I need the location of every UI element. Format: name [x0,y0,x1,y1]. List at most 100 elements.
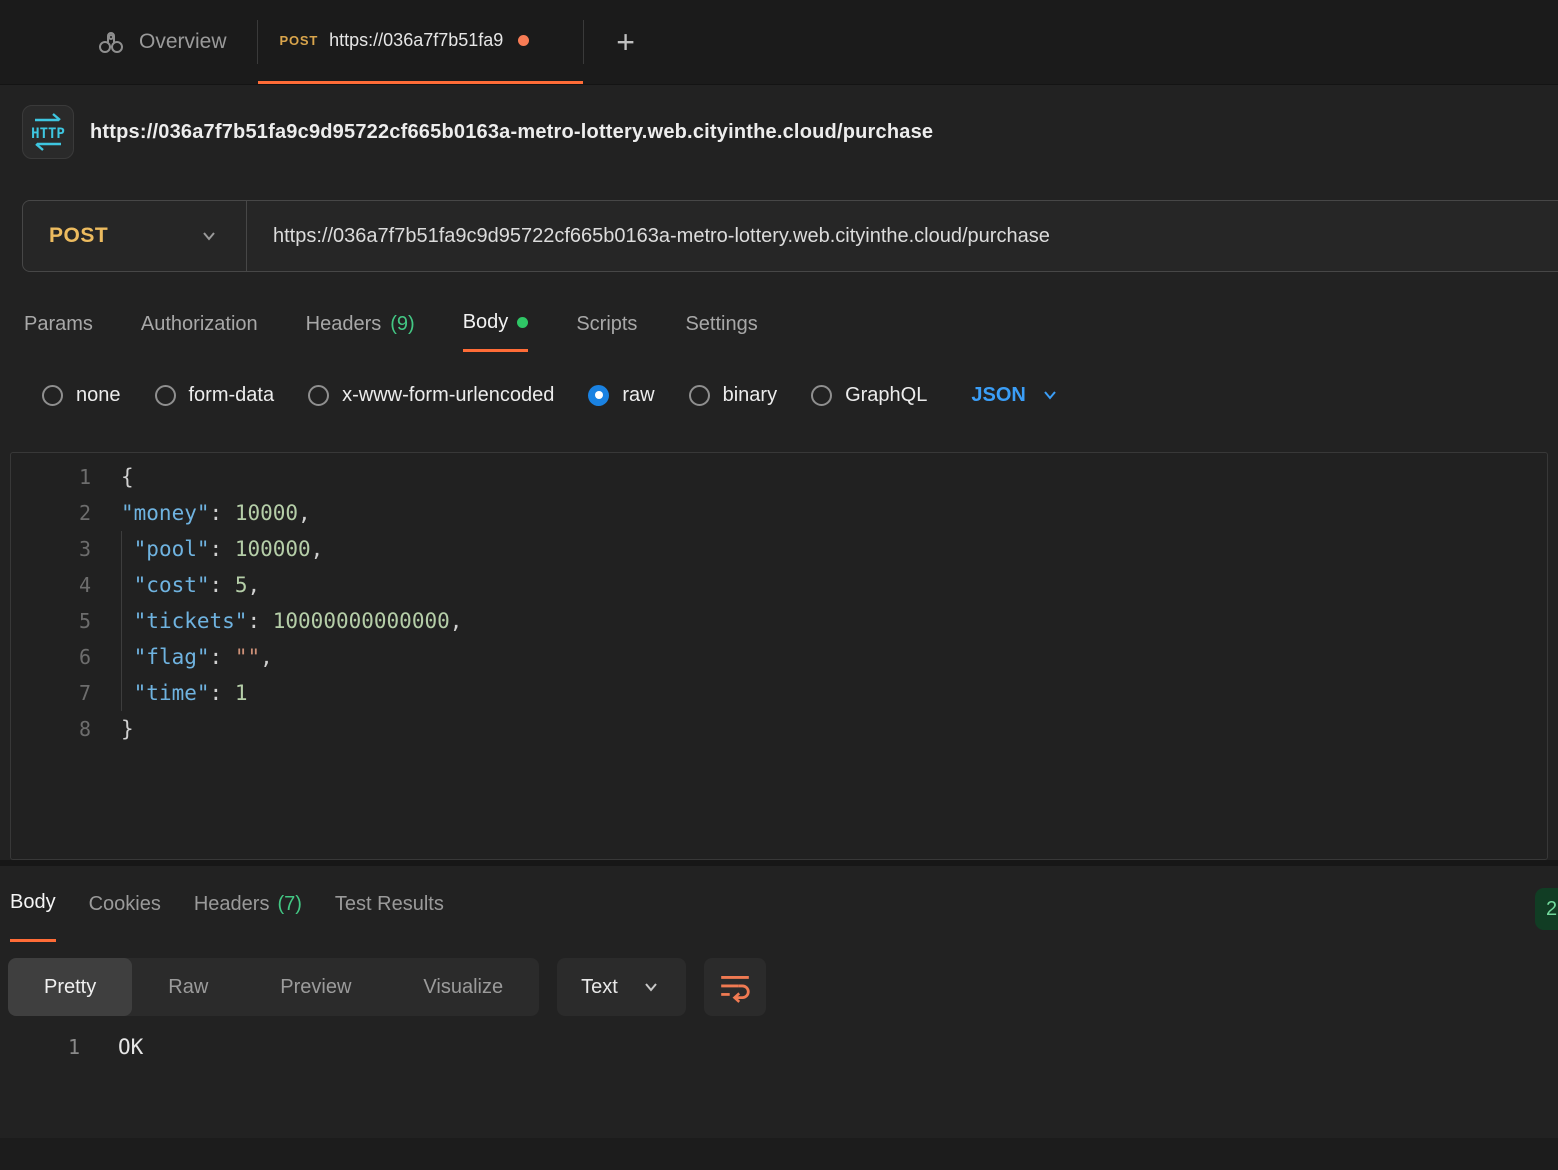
response-tab-cookies[interactable]: Cookies [89,866,161,942]
view-visualize-button[interactable]: Visualize [387,958,539,1016]
language-dropdown[interactable]: JSON [971,384,1059,407]
new-tab-button[interactable]: + [604,20,648,64]
svg-text:HTTP: HTTP [31,126,65,142]
response-tab-test-results[interactable]: Test Results [335,866,444,942]
tab-scripts-label: Scripts [576,313,637,336]
response-header: Body Cookies Headers (7) Test Results 2 [0,866,1558,944]
unsaved-changes-dot [518,35,529,46]
method-label: POST [49,224,108,248]
response-tab-body[interactable]: Body [10,866,56,942]
radio-form-data[interactable]: form-data [155,384,275,407]
code-text: "money": 10000, [121,501,311,525]
tab-settings[interactable]: Settings [685,296,757,352]
tab-scripts[interactable]: Scripts [576,296,637,352]
radio-icon-selected [588,385,609,406]
request-url-title: https://036a7f7b51fa9c9d95722cf665b0163a… [90,121,933,144]
response-line: 1 OK [0,1030,1558,1064]
tab-request-title: https://036a7f7b51fa9 [329,30,503,51]
tab-body[interactable]: Body [463,296,529,352]
radio-x-www-form-urlencoded-label: x-www-form-urlencoded [342,384,554,407]
tab-overview[interactable]: Overview [95,0,257,84]
code-line: 7 "time": 1 [11,675,1547,711]
indent-guide [121,531,122,711]
request-bar: POST https://036a7f7b51fa9c9d95722cf665b… [22,200,1558,272]
url-input[interactable]: https://036a7f7b51fa9c9d95722cf665b0163a… [247,225,1050,248]
radio-form-data-label: form-data [189,384,275,407]
wrap-lines-button[interactable] [704,958,766,1016]
line-number: 8 [11,717,91,741]
line-number: 1 [11,465,91,489]
response-body[interactable]: 1 OK [0,1030,1558,1064]
code-line: 8} [11,711,1547,747]
tab-headers-label: Headers [306,313,382,336]
code-line: 1{ [11,459,1547,495]
code-text: "time": 1 [121,681,247,705]
radio-raw[interactable]: raw [588,384,654,407]
method-dropdown[interactable]: POST [23,201,246,271]
tab-body-label: Body [463,311,509,334]
response-tab-headers[interactable]: Headers (7) [194,866,302,942]
response-format-label: Text [581,976,618,999]
footer-strip [0,1138,1558,1170]
chevron-down-icon [640,976,662,998]
editor-lines: 1{2"money": 10000,3 "pool": 100000,4 "co… [11,459,1547,747]
radio-graphql-label: GraphQL [845,384,927,407]
code-text: { [121,465,134,489]
tab-headers[interactable]: Headers (9) [306,296,415,352]
radio-raw-label: raw [622,384,654,407]
code-text: } [121,717,134,741]
line-number: 4 [11,573,91,597]
code-text: "tickets": 10000000000000, [121,609,462,633]
code-line: 4 "cost": 5, [11,567,1547,603]
tab-divider [583,20,584,64]
radio-icon [811,385,832,406]
tab-request-active[interactable]: POST https://036a7f7b51fa9 [258,0,583,84]
tab-params[interactable]: Params [24,296,93,352]
code-text: "flag": "", [121,645,273,669]
tab-authorization[interactable]: Authorization [141,296,258,352]
body-mode-row: none form-data x-www-form-urlencoded raw… [42,370,1060,420]
radio-none[interactable]: none [42,384,121,407]
line-number: 7 [11,681,91,705]
code-text: "cost": 5, [121,573,260,597]
line-number: 3 [11,537,91,561]
response-tab-test-results-label: Test Results [335,893,444,916]
radio-icon [689,385,710,406]
response-tab-headers-label: Headers [194,893,270,916]
request-title-row: HTTP https://036a7f7b51fa9c9d95722cf665b… [22,103,1558,161]
response-format-dropdown[interactable]: Text [557,958,686,1016]
status-code-badge: 2 [1535,888,1558,930]
radio-icon [155,385,176,406]
request-tabs: Params Authorization Headers (9) Body Sc… [24,296,758,352]
radio-icon [308,385,329,406]
tab-params-label: Params [24,313,93,336]
binoculars-icon [95,26,127,58]
radio-none-label: none [76,384,121,407]
radio-binary-label: binary [723,384,777,407]
code-line: 3 "pool": 100000, [11,531,1547,567]
request-body-editor[interactable]: 1{2"money": 10000,3 "pool": 100000,4 "co… [10,452,1548,860]
radio-binary[interactable]: binary [689,384,777,407]
line-number: 6 [11,645,91,669]
response-headers-count: (7) [277,893,301,916]
response-line-text: OK [118,1035,143,1059]
response-tab-cookies-label: Cookies [89,893,161,916]
response-line-number: 1 [0,1035,80,1059]
line-number: 5 [11,609,91,633]
radio-x-www-form-urlencoded[interactable]: x-www-form-urlencoded [308,384,554,407]
response-tab-body-label: Body [10,891,56,914]
headers-count: (9) [390,313,414,336]
view-raw-button[interactable]: Raw [132,958,244,1016]
view-preview-button[interactable]: Preview [244,958,387,1016]
chevron-down-icon [198,225,220,247]
radio-graphql[interactable]: GraphQL [811,384,927,407]
line-number: 2 [11,501,91,525]
code-line: 5 "tickets": 10000000000000, [11,603,1547,639]
view-pretty-button[interactable]: Pretty [8,958,132,1016]
code-line: 2 "money": 10000, [11,495,1547,531]
wrap-lines-icon [718,970,752,1004]
tab-request-method: POST [280,33,319,48]
http-protocol-icon: HTTP [22,105,74,159]
tab-authorization-label: Authorization [141,313,258,336]
body-modified-dot [517,317,528,328]
